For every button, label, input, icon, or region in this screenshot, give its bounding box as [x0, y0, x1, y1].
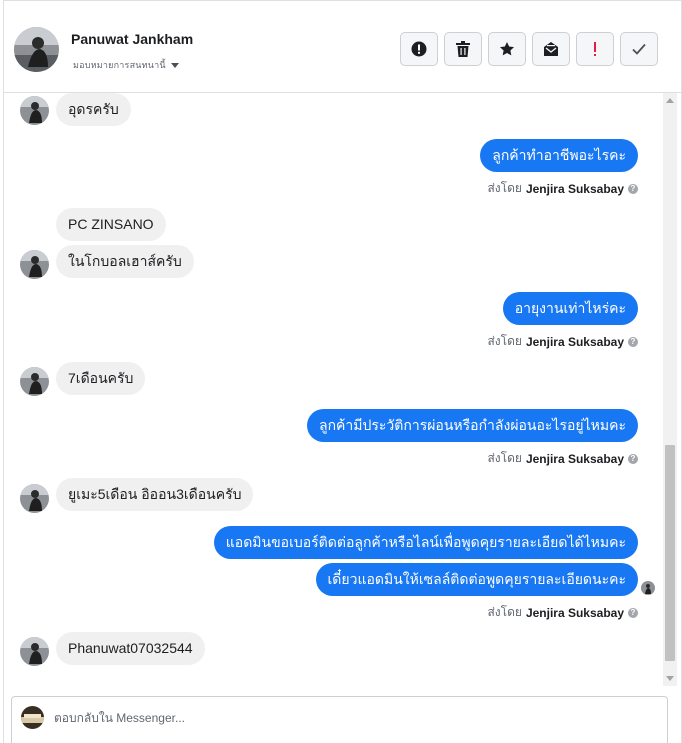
- emoji-icon[interactable]: [572, 737, 586, 743]
- conversation-header: Panuwat Jankham มอบหมายการสนทนานี้: [4, 0, 681, 93]
- help-icon[interactable]: ?: [628, 183, 638, 194]
- checkmark-icon: [632, 43, 646, 55]
- contact-avatar-small: [20, 637, 49, 666]
- sent-by-agent: Jenjira Suksabay: [525, 181, 624, 196]
- help-icon[interactable]: ?: [628, 607, 638, 618]
- sent-by-label: ส่งโดย Jenjira Suksabay ?: [487, 449, 638, 468]
- image-icon[interactable]: [542, 737, 556, 743]
- reply-input[interactable]: [54, 707, 614, 729]
- help-icon[interactable]: ?: [628, 453, 638, 464]
- spam-button[interactable]: [576, 32, 614, 66]
- seen-avatar: [641, 581, 655, 595]
- star-button[interactable]: [488, 32, 526, 66]
- sent-by-agent: Jenjira Suksabay: [525, 451, 624, 466]
- outgoing-message: ลูกค้ามีประวัติการผ่อนหรือกำลังผ่อนอะไรอ…: [306, 409, 638, 442]
- more-icon[interactable]: [632, 737, 646, 743]
- contact-avatar-small: [20, 367, 49, 396]
- sent-by-label: ส่งโดย Jenjira Suksabay ?: [487, 179, 638, 198]
- scroll-thumb[interactable]: [665, 445, 675, 661]
- thread-scrollbar[interactable]: [663, 93, 677, 686]
- delete-button[interactable]: [444, 32, 482, 66]
- sent-by-prefix: ส่งโดย: [487, 451, 522, 465]
- sent-by-agent: Jenjira Suksabay: [525, 605, 624, 620]
- incoming-message: PC ZINSANO: [56, 208, 166, 241]
- assign-label: มอบหมายการสนทนานี้: [73, 60, 166, 70]
- incoming-message: อุดรครับ: [56, 93, 131, 126]
- alert-circle-icon: [411, 41, 427, 57]
- sent-by-agent: Jenjira Suksabay: [525, 334, 624, 349]
- sent-by-label: ส่งโดย Jenjira Suksabay ?: [487, 603, 638, 622]
- help-icon[interactable]: ?: [628, 336, 638, 347]
- sent-by-prefix: ส่งโดย: [487, 605, 522, 619]
- contact-avatar-small: [20, 96, 49, 125]
- contact-avatar-small: [20, 484, 49, 513]
- trash-icon: [456, 41, 470, 57]
- assign-conversation-dropdown[interactable]: มอบหมายการสนทนานี้: [73, 58, 179, 72]
- reply-composer: [11, 696, 668, 743]
- contact-avatar-small: [20, 250, 49, 279]
- outgoing-message: อายุงานเท่าไหร่คะ: [502, 292, 638, 325]
- outgoing-message: ลูกค้าทำอาชีพอะไรคะ: [480, 139, 638, 172]
- sent-by-label: ส่งโดย Jenjira Suksabay ?: [487, 332, 638, 351]
- page-avatar: [21, 706, 44, 729]
- scroll-down-arrow-icon[interactable]: [666, 676, 674, 681]
- info-button[interactable]: [400, 32, 438, 66]
- scroll-up-arrow-icon[interactable]: [666, 98, 674, 103]
- sent-by-prefix: ส่งโดย: [487, 334, 522, 348]
- contact-avatar[interactable]: [14, 27, 59, 72]
- chevron-down-icon: [170, 62, 179, 68]
- tag-icon[interactable]: [512, 737, 526, 743]
- message-thread[interactable]: อุดรครับ ลูกค้าทำอาชีพอะไรคะ ส่งโดย Jenj…: [4, 93, 667, 686]
- star-icon: [500, 42, 514, 56]
- reply-toolbar: [482, 737, 646, 743]
- incoming-message: 7เดือนครับ: [56, 362, 146, 395]
- outgoing-message: เดี๋ยวแอดมินให้เซลล์ติดต่อพูดคุยรายละเอี…: [315, 563, 638, 596]
- envelope-icon: [544, 42, 558, 56]
- like-icon[interactable]: [602, 737, 616, 743]
- sent-by-prefix: ส่งโดย: [487, 181, 522, 195]
- incoming-message: ยูเมะ5เดือน อิออน3เดือนครับ: [56, 478, 254, 511]
- incoming-message: Phanuwat07032544: [56, 632, 205, 665]
- conversation-panel: Panuwat Jankham มอบหมายการสนทนานี้ อุดรค…: [3, 0, 682, 743]
- done-button[interactable]: [620, 32, 658, 66]
- contact-name[interactable]: Panuwat Jankham: [71, 31, 193, 47]
- exclamation-icon: [594, 42, 596, 56]
- attachment-icon[interactable]: [482, 737, 496, 743]
- outgoing-message: แอดมินขอเบอร์ติดต่อลูกค้าหรือไลน์เพื่อพู…: [213, 526, 638, 559]
- header-actions: [400, 32, 658, 66]
- incoming-message: ในโกบอลเฮาส์ครับ: [56, 245, 194, 278]
- mark-unread-button[interactable]: [532, 32, 570, 66]
